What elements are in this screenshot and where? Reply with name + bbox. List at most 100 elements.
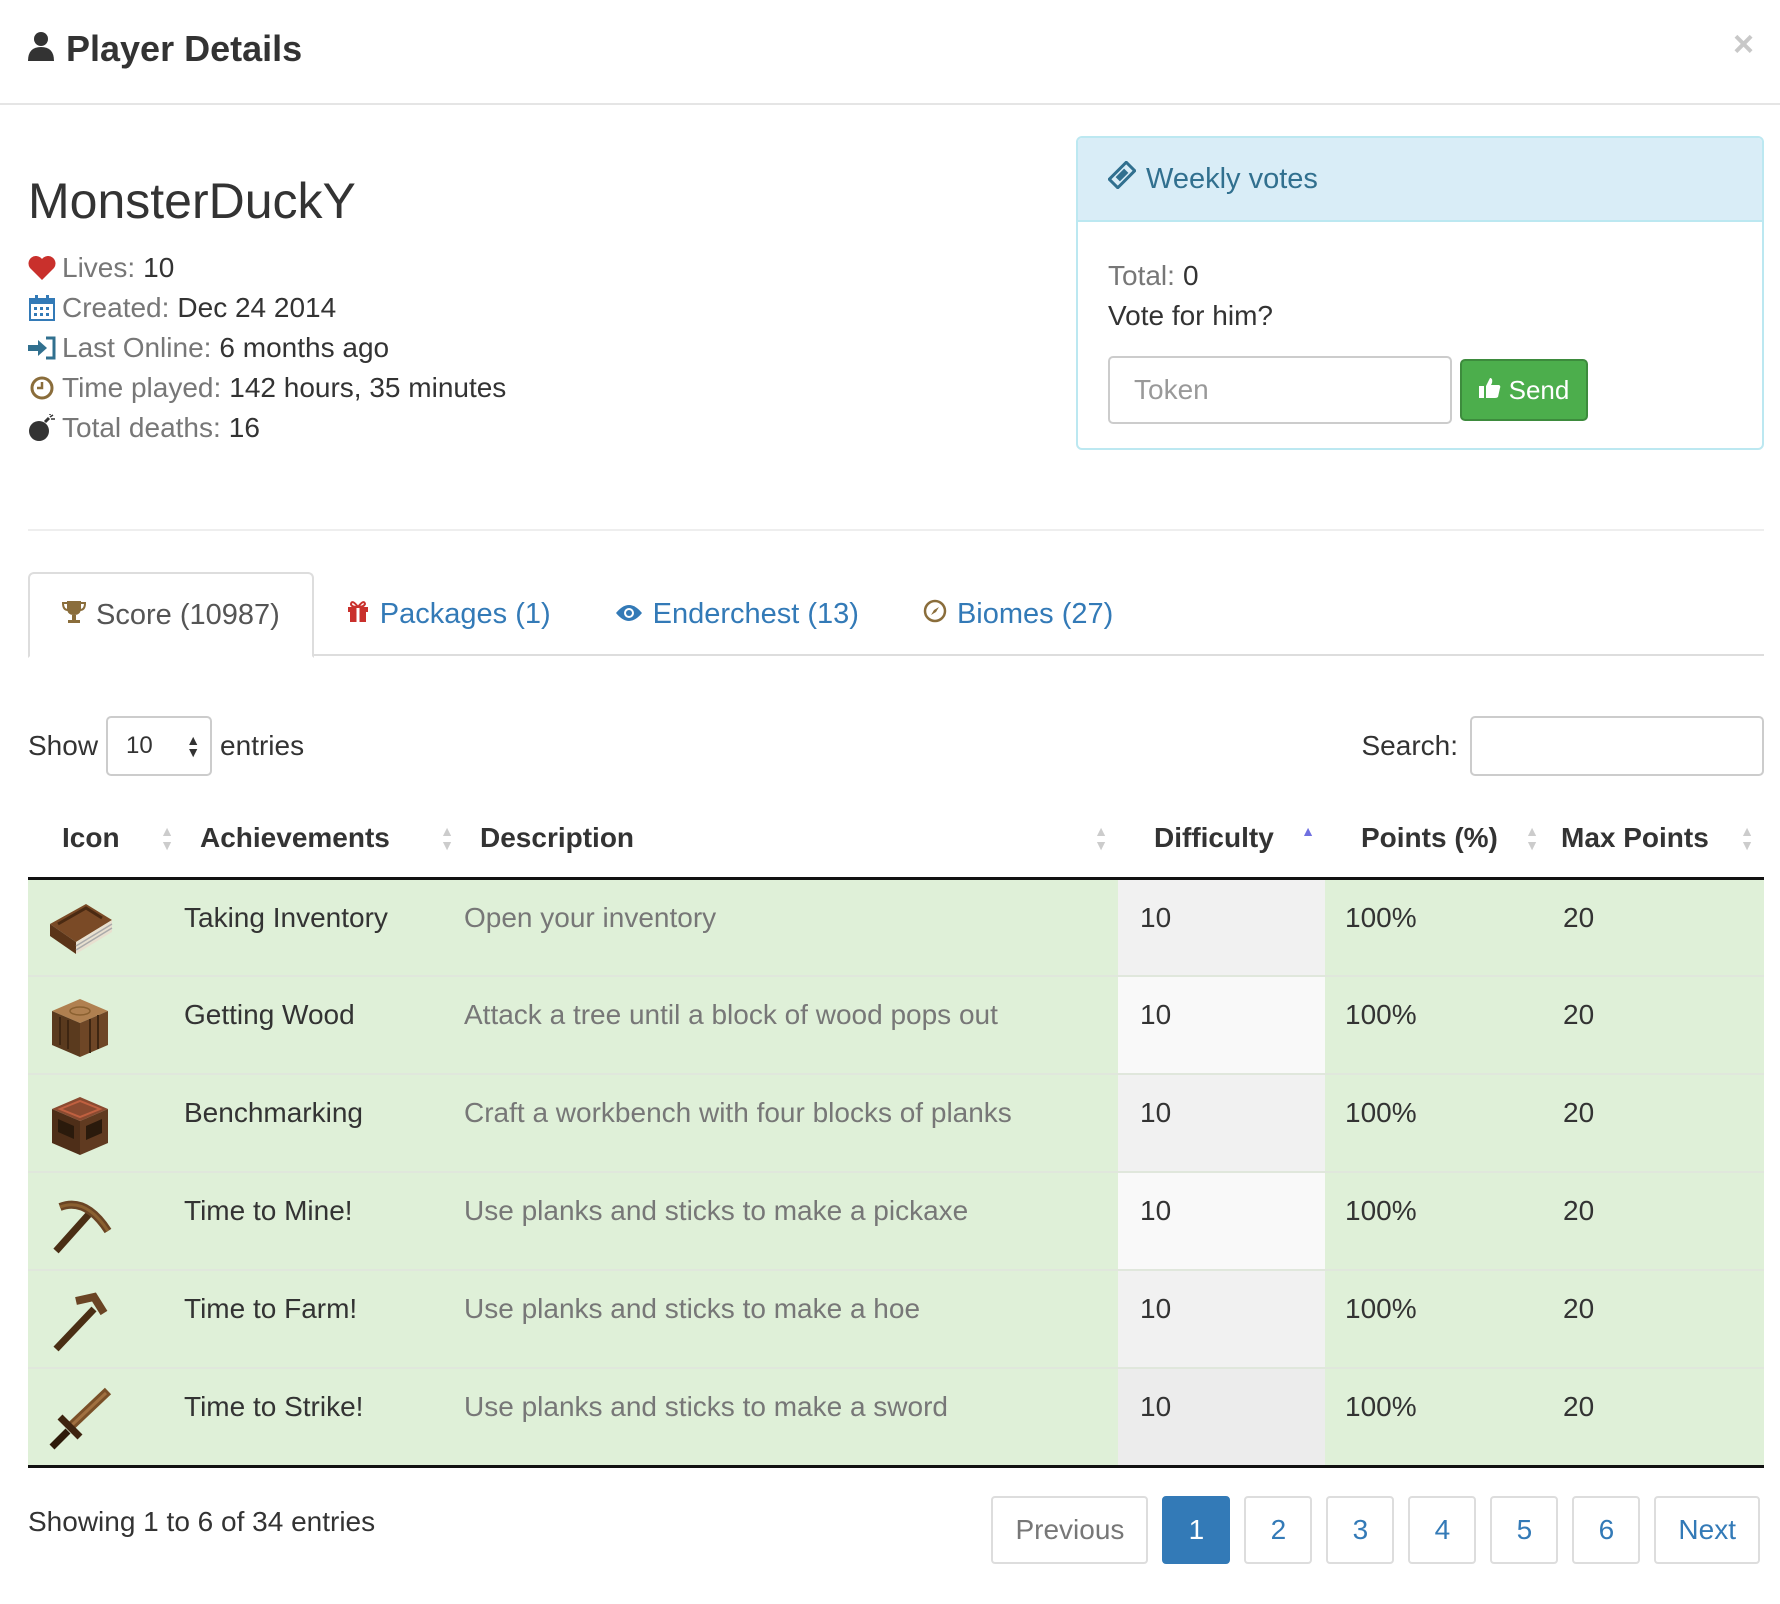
page-button-2[interactable]: 2 [1244,1496,1313,1564]
close-button[interactable]: × [1733,26,1754,62]
achievement-points: 100% [1325,878,1549,977]
table-row[interactable]: Time to Strike! Use planks and sticks to… [28,1368,1764,1468]
player-stats: Lives: 10 Created: Dec 24 2014 Last Onli… [28,248,506,448]
column-header-description[interactable]: Description ▲ ▼ [464,800,1118,880]
achievement-max-points: 20 [1549,1172,1764,1271]
show-label: Show [28,730,99,761]
achievement-name: Taking Inventory [184,878,464,977]
achievements-table: Icon ▲ ▼ Achievements ▲ ▼ Description ▲ ▼ D… [28,800,1764,1468]
token-input[interactable] [1108,356,1452,424]
modal-header: Player Details × [0,0,1780,105]
tab-biomes[interactable]: Biomes (27) [891,572,1145,656]
entries-label: entries [220,730,305,761]
sort-icon: ▲ ▼ [1740,823,1754,853]
panel-body: Total: 0 Vote for him? Send [1078,222,1762,448]
user-icon [28,28,54,70]
stat-lives: Lives: 10 [28,248,506,288]
page-button-3[interactable]: 3 [1326,1496,1395,1564]
tab-label: Enderchest (13) [652,597,859,630]
achievement-points: 100% [1325,1270,1549,1369]
stat-label: Last Online: [62,332,212,363]
icon-cell [28,1074,184,1173]
column-header-max-points[interactable]: Max Points ▲ ▼ [1549,800,1764,880]
achievement-max-points: 20 [1549,1074,1764,1173]
stat-last-online: Last Online: 6 months ago [28,328,506,368]
stat-value: 10 [143,252,175,283]
achievement-max-points: 20 [1549,976,1764,1075]
achievement-description: Attack a tree until a block of wood pops… [464,976,1118,1075]
sort-icon: ▲ ▼ [160,823,174,853]
achievement-name: Time to Strike! [184,1368,464,1468]
weekly-votes-panel: Weekly votes Total: 0 Vote for him? Send [1076,136,1764,450]
achievement-difficulty: 10 [1118,1368,1325,1468]
page-button-1[interactable]: 1 [1162,1496,1231,1564]
entries-select[interactable]: 10 ▲ ▼ [106,716,213,776]
wood-log-icon [46,999,114,1065]
entries-value: 10 [126,732,153,759]
thumbs-up-icon [1478,375,1501,406]
tab-score[interactable]: Score (10987) [28,572,314,658]
table-row[interactable]: Taking Inventory Open your inventory 10 … [28,878,1764,977]
achievement-description: Craft a workbench with four blocks of pl… [464,1074,1118,1173]
page-button-4[interactable]: 4 [1408,1496,1477,1564]
icon-cell [28,976,184,1075]
table-row[interactable]: Getting Wood Attack a tree until a block… [28,976,1764,1075]
tab-packages[interactable]: Packages (1) [314,572,583,656]
table-info: Showing 1 to 6 of 34 entries [28,1506,376,1537]
vote-total: Total: 0 [1108,256,1732,296]
panel-title: Weekly votes [1146,162,1318,195]
column-label: Difficulty [1154,822,1274,854]
clock-icon [28,374,56,402]
send-label: Send [1508,374,1570,405]
pagination: Previous 1 2 3 4 5 6 Next [991,1496,1760,1564]
gift-icon [346,598,370,631]
table-row[interactable]: Time to Farm! Use planks and sticks to m… [28,1270,1764,1369]
table-controls: Show 10 ▲ ▼ entries Search: [28,716,1764,776]
achievement-max-points: 20 [1549,878,1764,977]
stat-label: Created: [62,292,170,323]
column-header-difficulty[interactable]: Difficulty ▲▼ [1118,800,1325,880]
achievement-difficulty: 10 [1118,1172,1325,1271]
achievement-points: 100% [1325,1368,1549,1468]
tab-label: Packages (1) [379,597,551,630]
table-header-row: Icon ▲ ▼ Achievements ▲ ▼ Description ▲ ▼ D… [28,800,1764,880]
page-button-6[interactable]: 6 [1572,1496,1641,1564]
eye-icon [615,598,643,631]
table-row[interactable]: Benchmarking Craft a workbench with four… [28,1074,1764,1173]
achievement-name: Getting Wood [184,976,464,1075]
tab-enderchest[interactable]: Enderchest (13) [583,572,891,656]
search-input[interactable] [1470,716,1764,776]
page-button-5[interactable]: 5 [1490,1496,1559,1564]
compass-icon [923,598,947,631]
column-header-points[interactable]: Points (%) ▲ ▼ [1325,800,1549,880]
book-icon [46,903,114,964]
next-button[interactable]: Next [1654,1496,1760,1564]
column-header-icon[interactable]: Icon ▲ ▼ [28,800,184,880]
tab-label: Biomes (27) [956,597,1114,630]
table-row[interactable]: Time to Mine! Use planks and sticks to m… [28,1172,1764,1271]
select-arrows-icon: ▲ ▼ [186,732,201,760]
icon-cell [28,1172,184,1271]
ticket-icon [1107,160,1137,197]
achievement-points: 100% [1325,1172,1549,1271]
achievement-difficulty: 10 [1118,976,1325,1075]
achievement-points: 100% [1325,976,1549,1075]
column-header-achievements[interactable]: Achievements ▲ ▼ [184,800,464,880]
panel-heading: Weekly votes [1078,138,1762,222]
icon-cell [28,1270,184,1369]
vote-total-label: Total: [1108,260,1175,291]
achievement-difficulty: 10 [1118,1074,1325,1173]
modal-title: Player Details [28,28,302,70]
table-search: Search: [1362,716,1764,776]
stat-label: Time played: [62,372,222,403]
achievement-max-points: 20 [1549,1368,1764,1468]
vote-form: Send [1108,356,1732,424]
stat-value: 142 hours, 35 minutes [229,372,507,403]
sword-icon [46,1387,114,1457]
column-label: Description [480,822,635,854]
pickaxe-icon [46,1200,114,1261]
modal-title-text: Player Details [66,28,303,69]
send-button[interactable]: Send [1460,359,1588,421]
stat-created: Created: Dec 24 2014 [28,288,506,328]
previous-button[interactable]: Previous [991,1496,1149,1564]
